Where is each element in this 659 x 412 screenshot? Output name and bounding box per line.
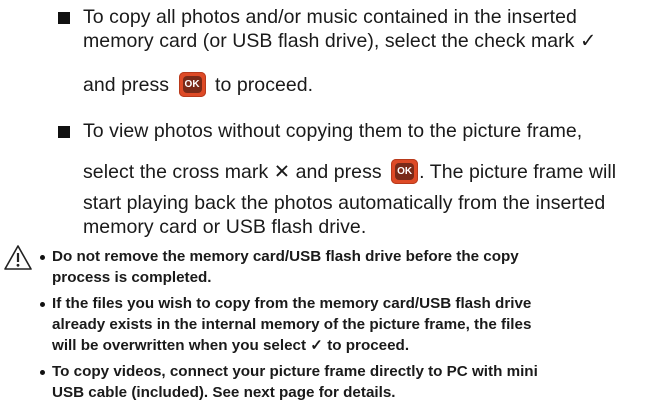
step-1-line-1: To copy all photos and/or music containe… bbox=[83, 6, 577, 28]
step-2-line-2: select the cross mark ✕ and press OK. Th… bbox=[83, 158, 617, 184]
note-2-bullet bbox=[40, 302, 45, 307]
note-2-line-3: will be overwritten when you select ✓ to… bbox=[52, 337, 410, 354]
ok-button-icon: OK bbox=[178, 71, 206, 97]
step-1-line-3-end: to proceed. bbox=[215, 74, 314, 96]
step-2-bullet bbox=[58, 126, 70, 138]
note-2-line-2: already exists in the internal memory of… bbox=[52, 316, 532, 333]
step-1-line-2: memory card (or USB flash drive), select… bbox=[83, 30, 597, 52]
note-3-line-1: To copy videos, connect your picture fra… bbox=[52, 363, 538, 380]
note-1-bullet bbox=[40, 255, 45, 260]
note-2-line-1: If the files you wish to copy from the m… bbox=[52, 295, 532, 312]
step-2-line-1: To view photos without copying them to t… bbox=[83, 120, 583, 142]
step-1-bullet bbox=[58, 12, 70, 24]
note-1-line-2: process is completed. bbox=[52, 269, 212, 286]
note-3-bullet bbox=[40, 370, 45, 375]
warning-triangle-icon bbox=[4, 245, 32, 270]
step-2-line-2-start: select the cross mark ✕ and press bbox=[83, 161, 382, 183]
step-2-line-3: start playing back the photos automatica… bbox=[83, 192, 606, 214]
step-1-line-3: and press OK to proceed. bbox=[83, 71, 314, 97]
ok-button-icon-2: OK bbox=[391, 158, 419, 184]
step-2-line-2-end: . The picture frame will bbox=[419, 161, 617, 183]
note-3-line-2: USB cable (included). See next page for … bbox=[52, 384, 396, 401]
step-2-line-4: memory card or USB flash drive. bbox=[83, 216, 367, 238]
step-1-line-3-start: and press bbox=[83, 74, 170, 96]
note-1-line-1: Do not remove the memory card/USB flash … bbox=[52, 248, 519, 265]
